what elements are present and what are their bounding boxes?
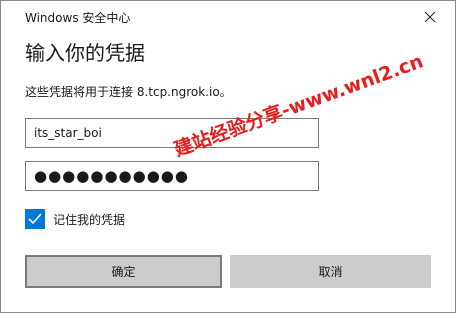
cancel-button[interactable]: 取消 [230,255,431,288]
title-bar: Windows 安全中心 [1,1,455,33]
remember-credentials-checkbox[interactable]: 记住我的凭据 [25,208,125,230]
checkmark-icon [28,213,42,225]
window-title: Windows 安全中心 [25,11,131,25]
password-field[interactable] [25,161,319,191]
username-field[interactable] [25,118,319,148]
ok-button[interactable]: 确定 [25,255,222,288]
dialog-message: 这些凭据将用于连接 8.tcp.ngrok.io。 [25,85,232,99]
remember-label: 记住我的凭据 [53,212,126,227]
checkbox-box[interactable] [25,209,45,229]
credential-dialog: Windows 安全中心 输入你的凭据 这些凭据将用于连接 8.tcp.ngro… [0,0,456,313]
close-icon [424,11,436,23]
close-button[interactable] [411,3,449,31]
dialog-heading: 输入你的凭据 [25,41,145,65]
